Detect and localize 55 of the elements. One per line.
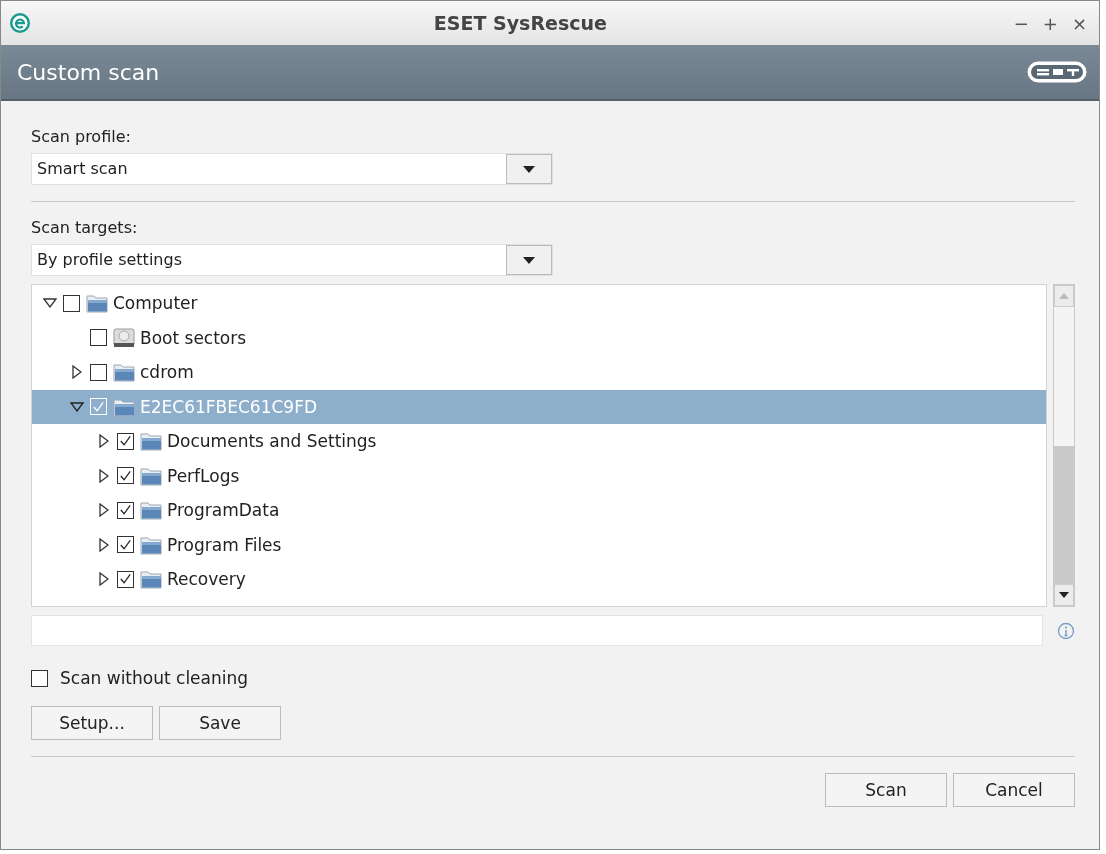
folder-icon xyxy=(113,396,135,417)
window-control-button[interactable]: + xyxy=(1038,12,1062,34)
scrollbar[interactable] xyxy=(1053,284,1075,607)
collapse-arrow-icon[interactable] xyxy=(69,401,84,412)
folder-icon xyxy=(140,534,162,555)
checkbox[interactable] xyxy=(90,363,107,381)
checkbox[interactable] xyxy=(117,536,134,554)
action-button[interactable]: Save xyxy=(159,706,281,740)
tree-item[interactable]: Documents and Settings xyxy=(32,424,1046,459)
tree-item[interactable]: cdrom xyxy=(32,355,1046,390)
tree-item[interactable]: Computer xyxy=(32,286,1046,321)
scan-targets-dropdown[interactable]: By profile settings xyxy=(31,244,553,276)
folder-icon xyxy=(140,465,162,486)
checkbox[interactable] xyxy=(117,570,134,588)
path-field[interactable] xyxy=(31,615,1043,646)
tree-item[interactable]: Program Files xyxy=(32,527,1046,562)
checkbox[interactable] xyxy=(117,432,134,450)
page-title: Custom scan xyxy=(17,59,160,85)
collapse-arrow-icon[interactable] xyxy=(42,298,57,309)
window-control-button[interactable]: × xyxy=(1067,12,1091,34)
scan-profile-dropdown[interactable]: Smart scan xyxy=(31,153,553,185)
checkbox[interactable] xyxy=(63,294,80,312)
expand-arrow-icon[interactable] xyxy=(71,365,82,380)
field-label: Scan profile: xyxy=(31,127,132,146)
dialog-button[interactable]: Cancel xyxy=(953,773,1075,807)
tree-item[interactable]: ProgramData xyxy=(32,493,1046,528)
expand-arrow-icon[interactable] xyxy=(98,434,109,449)
window-title: ESET SysRescue xyxy=(432,12,608,34)
checkbox[interactable] xyxy=(90,329,107,347)
checkbox[interactable] xyxy=(31,669,48,687)
field-label: Scan targets: xyxy=(31,218,139,237)
expand-arrow-icon[interactable] xyxy=(98,572,109,587)
scroll-down-arrow-icon[interactable] xyxy=(1059,592,1069,598)
caret-icon xyxy=(523,165,535,173)
expand-arrow-icon[interactable] xyxy=(98,503,109,518)
window-control-button[interactable]: − xyxy=(1009,12,1033,34)
logo-icon xyxy=(1027,61,1087,83)
tree-item[interactable]: PerfLogs xyxy=(32,458,1046,493)
checkbox-label: Scan without cleaning xyxy=(60,668,249,688)
expand-arrow-icon[interactable] xyxy=(98,468,109,483)
folder-icon xyxy=(113,362,135,383)
folder-icon xyxy=(140,500,162,521)
caret-icon xyxy=(523,256,535,264)
checkbox[interactable] xyxy=(117,467,134,485)
hard-drive-icon xyxy=(113,327,135,348)
app-logo-icon xyxy=(9,12,31,34)
checkbox[interactable] xyxy=(117,501,134,519)
folder-icon xyxy=(140,569,162,590)
action-button[interactable]: Setup... xyxy=(31,706,153,740)
dialog-button[interactable]: Scan xyxy=(825,773,947,807)
folder-icon xyxy=(140,431,162,452)
expand-arrow-icon[interactable] xyxy=(98,537,109,552)
tree-item[interactable]: Boot sectors xyxy=(32,320,1046,355)
tree-item[interactable]: Recovery xyxy=(32,562,1046,597)
folder-icon xyxy=(86,293,108,314)
